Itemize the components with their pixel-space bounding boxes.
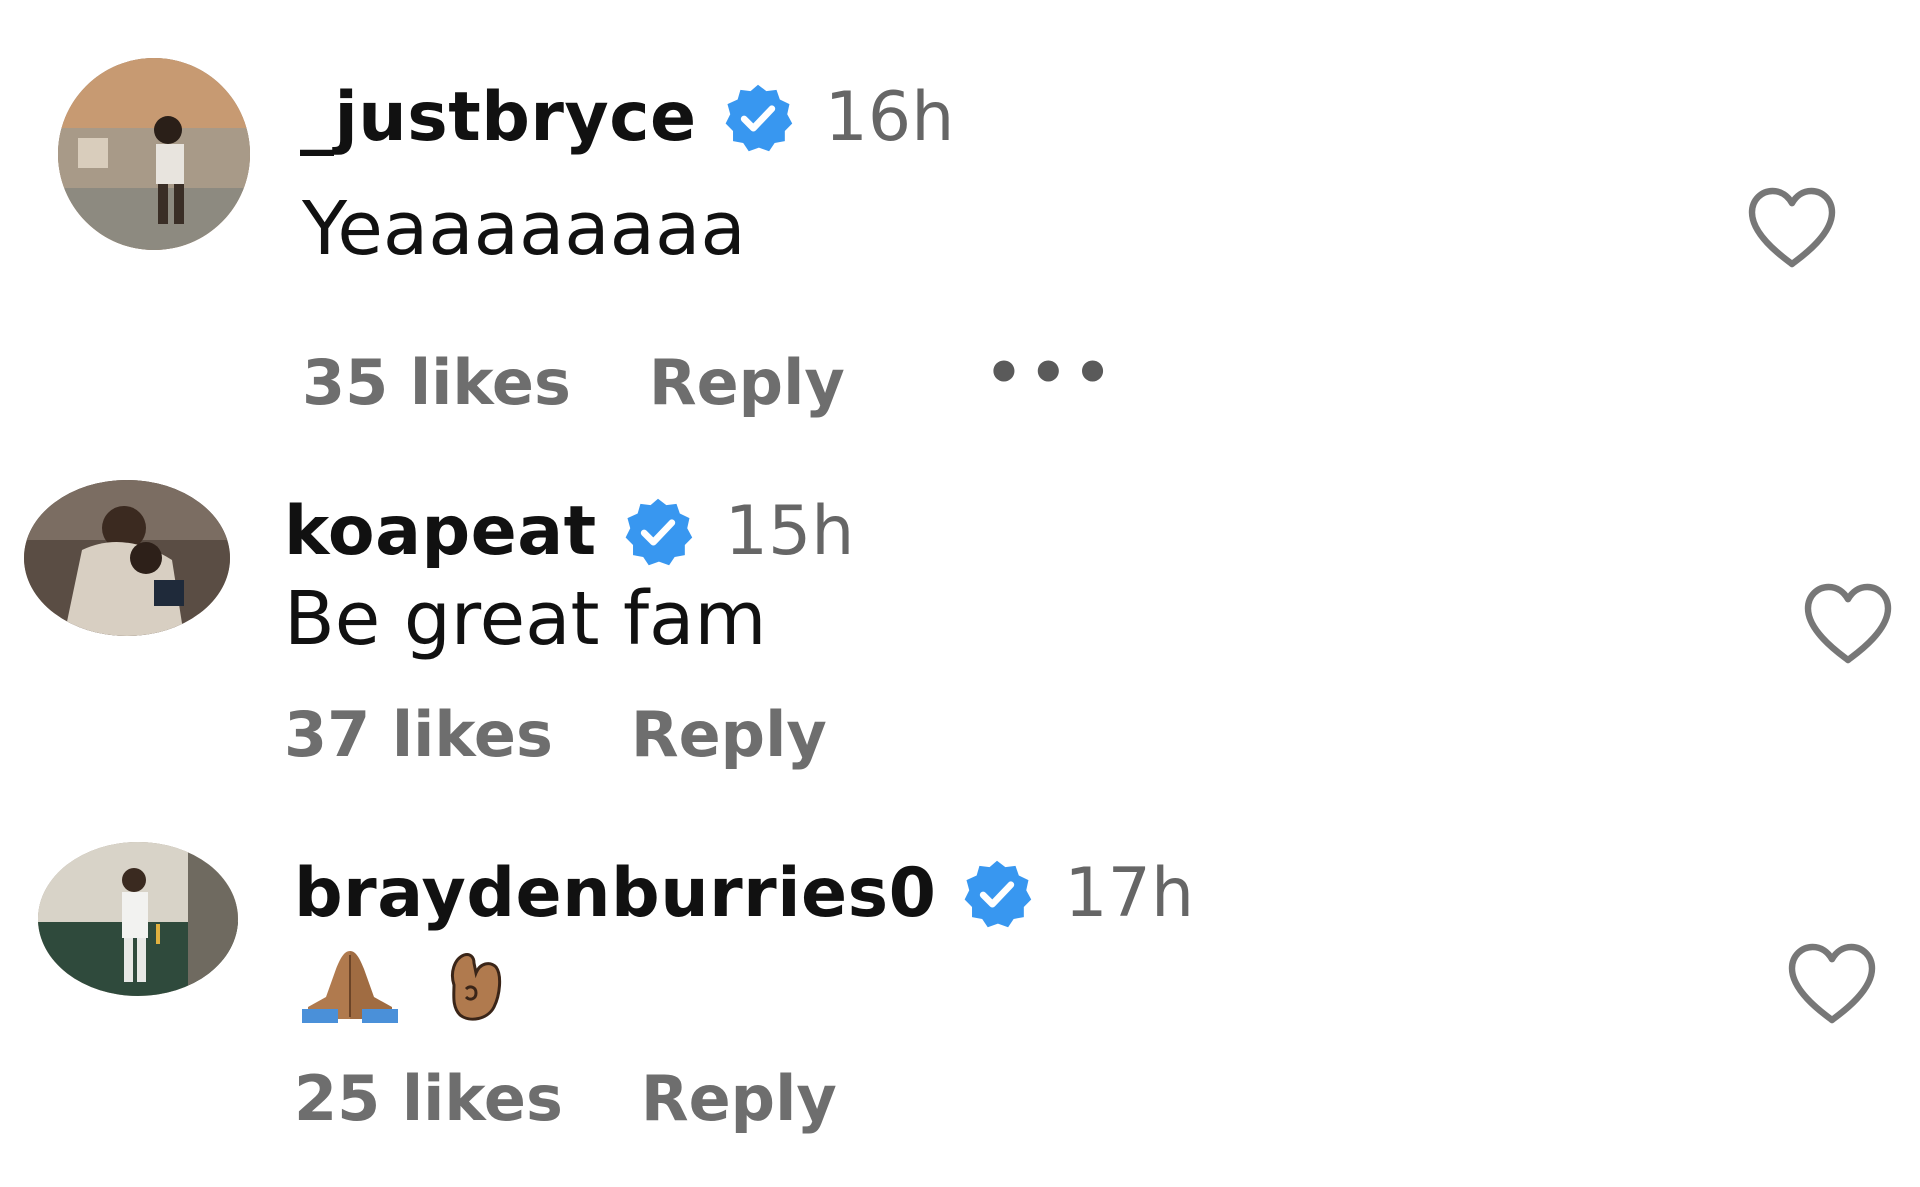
heart-icon[interactable] bbox=[1784, 940, 1880, 1026]
reply-button[interactable]: Reply bbox=[641, 1062, 837, 1135]
likes-count[interactable]: 25 likes bbox=[294, 1062, 563, 1135]
timestamp: 17h bbox=[1064, 854, 1195, 933]
username[interactable]: braydenburries0 bbox=[294, 854, 936, 933]
avatar-photo bbox=[38, 842, 238, 996]
hand-with-index-finger-and-thumb-crossed-icon bbox=[440, 945, 506, 1025]
verified-badge-icon bbox=[960, 857, 1034, 931]
comment-item: braydenburries0 17h 🙏🏽🫰🏽 bbox=[0, 0, 1920, 1187]
comment-text: 🙏🏽🫰🏽 bbox=[298, 938, 506, 1024]
avatar[interactable] bbox=[38, 842, 238, 996]
